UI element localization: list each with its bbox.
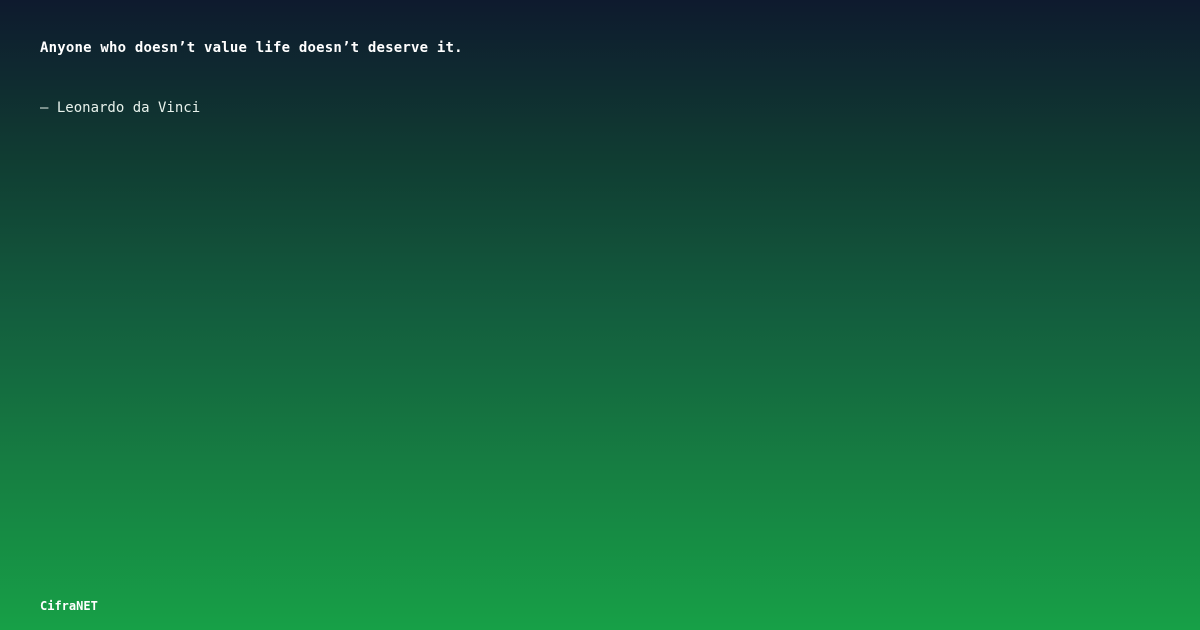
quote-text: Anyone who doesn’t value life doesn’t de… <box>40 40 463 56</box>
quote-author: – Leonardo da Vinci <box>40 100 201 116</box>
brand-name: CifraNET <box>40 599 98 613</box>
